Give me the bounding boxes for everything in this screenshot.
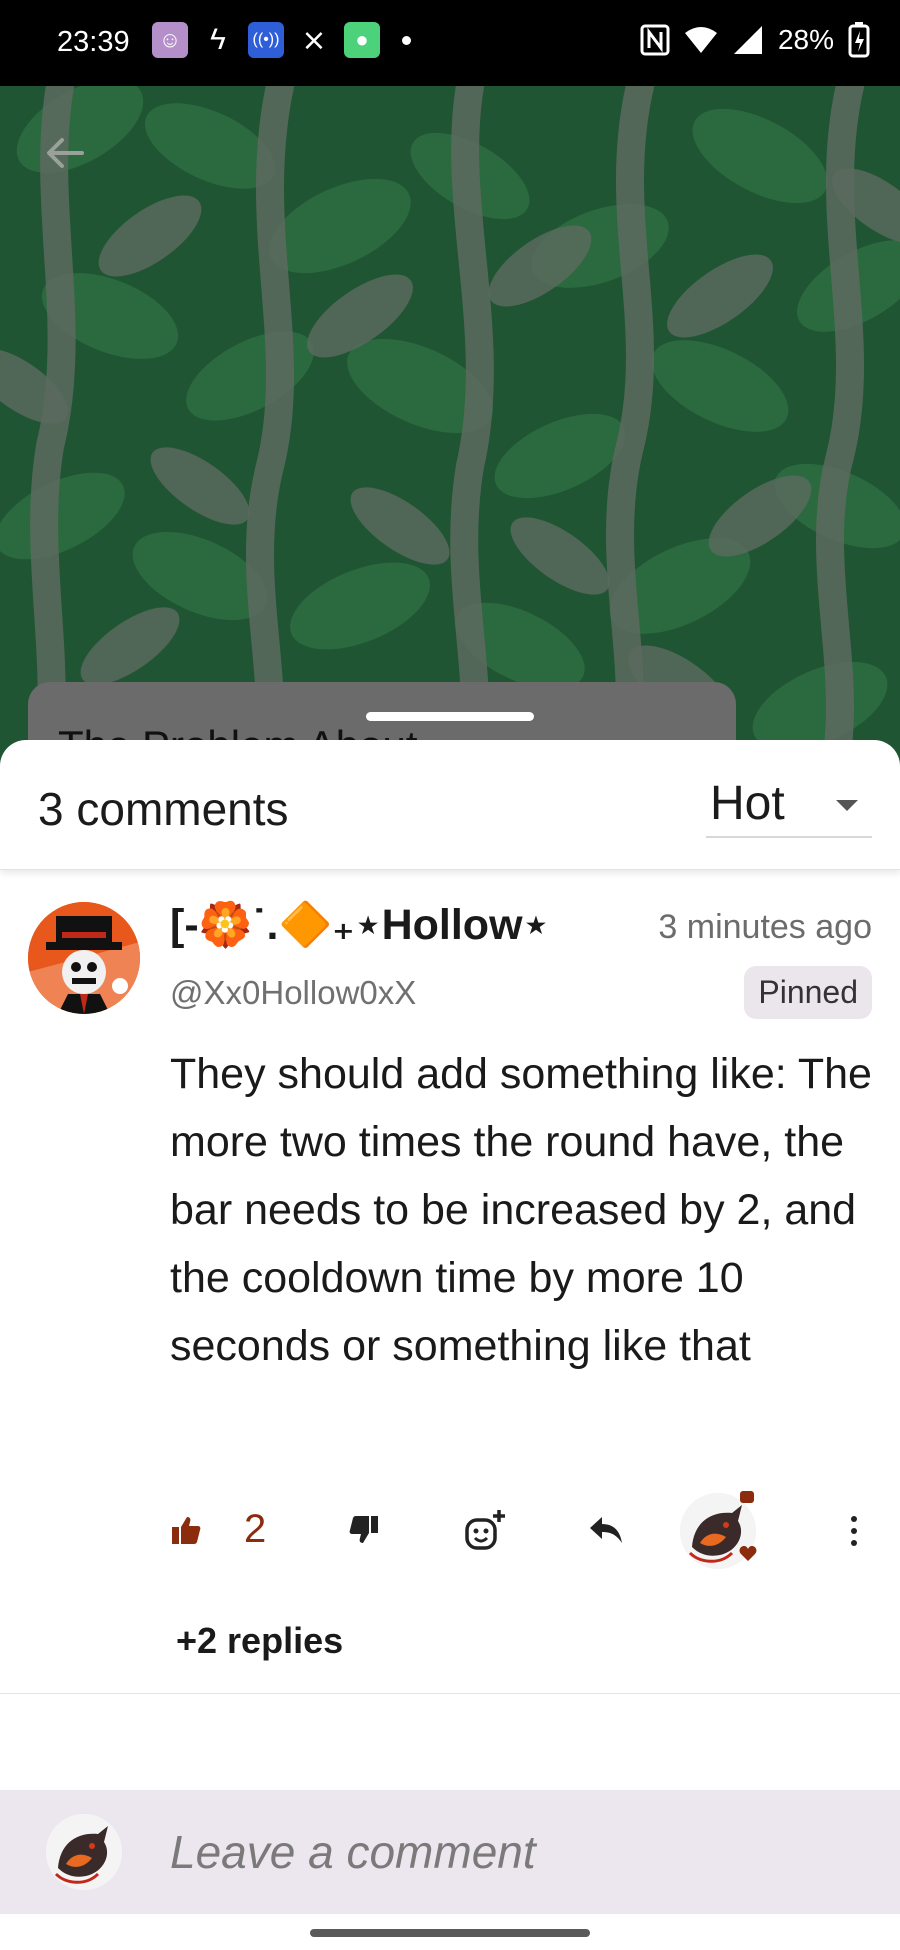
more-dot-icon <box>851 1540 857 1546</box>
status-time: 23:39 <box>57 26 130 58</box>
system-icons: 28% <box>640 22 870 58</box>
chevron-down-icon <box>836 800 858 811</box>
heart-badge-icon <box>739 1491 757 1561</box>
battery-icon <box>848 22 870 58</box>
more-options-button[interactable] <box>836 1503 872 1559</box>
notification-icons: ☺ ϟ ((•)) ⨯ ● <box>152 22 411 58</box>
pinned-badge: Pinned <box>744 966 872 1019</box>
bolt-icon: ϟ <box>210 23 226 56</box>
post-header-image <box>0 86 900 786</box>
status-bar: 23:39 ☺ ϟ ((•)) ⨯ ● 28% <box>0 0 900 86</box>
dragon-avatar-image <box>46 1814 122 1890</box>
capcut-icon: ⨯ <box>301 23 327 57</box>
vine-pattern <box>0 86 900 786</box>
comment-author[interactable]: [-🏵️˙.🔶₊⋆Hollow⋆ <box>170 900 549 950</box>
reply-button[interactable] <box>586 1485 626 1575</box>
wifi-icon <box>684 27 717 53</box>
avatar[interactable] <box>28 902 140 1014</box>
comment-handle[interactable]: @Xx0Hollow0xX <box>170 974 416 1012</box>
back-button[interactable] <box>40 128 90 178</box>
add-emoji-icon <box>465 1510 505 1550</box>
comment-actions: 2 <box>0 1485 900 1575</box>
avatar-image <box>28 902 140 1014</box>
dot-icon <box>402 35 411 45</box>
avatar-notification-icon: ☺ <box>152 22 188 58</box>
sort-dropdown[interactable]: Hot <box>706 776 872 838</box>
nfc-icon <box>640 24 670 56</box>
sheet-drag-handle[interactable] <box>366 712 534 721</box>
comment-timestamp: 3 minutes ago <box>658 908 872 946</box>
comment-input[interactable] <box>170 1820 860 1884</box>
message-icon: ● <box>344 22 380 58</box>
like-count: 2 <box>244 1507 267 1551</box>
thumbs-up-icon <box>172 1517 201 1544</box>
arrow-left-icon <box>47 138 84 168</box>
add-reaction-button[interactable] <box>460 1485 510 1575</box>
comment-count: 3 comments <box>38 783 289 835</box>
view-replies-button[interactable]: +2 replies <box>176 1620 343 1662</box>
gesture-nav-bar[interactable] <box>310 1929 590 1937</box>
comment-composer <box>0 1790 900 1914</box>
like-button[interactable] <box>166 1485 206 1575</box>
divider <box>0 1693 900 1694</box>
thumbs-down-icon <box>349 1516 378 1543</box>
signal-icon <box>733 26 762 54</box>
more-dot-icon <box>851 1516 857 1522</box>
reply-arrow-icon <box>590 1517 622 1543</box>
more-dot-icon <box>851 1528 857 1534</box>
dislike-button[interactable] <box>344 1485 384 1575</box>
current-user-avatar[interactable] <box>46 1814 122 1890</box>
comment-body: They should add something like: The more… <box>170 1050 872 1370</box>
radio-icon: ((•)) <box>248 22 284 58</box>
comments-header: 3 comments Hot <box>0 740 900 870</box>
comments-sheet: 3 comments Hot [-🏵️˙.🔶₊⋆Hollow⋆ 3 minute… <box>0 740 900 1950</box>
sort-label: Hot <box>710 777 785 830</box>
battery-percent: 28% <box>777 24 834 55</box>
